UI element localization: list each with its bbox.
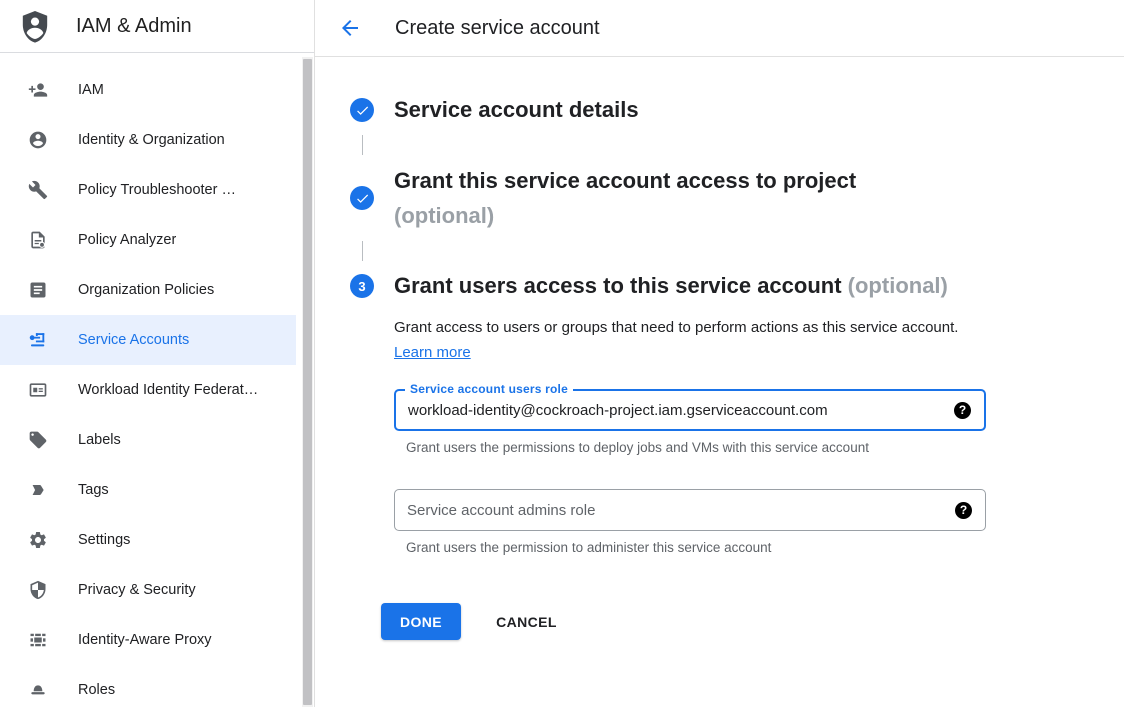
form-actions: DONE CANCEL [381,603,1124,640]
tag-icon [28,430,48,450]
sidebar-item-label: Policy Troubleshooter … [78,182,236,198]
sidebar-item-label: Roles [78,682,115,698]
sidebar-item-label: Tags [78,482,109,498]
sidebar-item-policy-analyzer[interactable]: Policy Analyzer [0,215,296,265]
proxy-icon [28,630,48,650]
product-header[interactable]: IAM & Admin [0,0,314,53]
sidebar-item-iam[interactable]: IAM [0,65,296,115]
back-button[interactable] [337,15,363,41]
sidebar-item-label: Service Accounts [78,332,189,348]
users-role-field: Service account users role ? [394,389,986,431]
sidebar-item-label: IAM [78,82,104,98]
sidebar-item-label: Labels [78,432,121,448]
step-3-optional-label: (optional) [848,273,948,298]
admins-role-field: ? [394,489,986,531]
sidebar-item-policy-troubleshooter[interactable]: Policy Troubleshooter … [0,165,296,215]
sidebar-item-label: Workload Identity Federat… [78,382,258,398]
step-2-check-icon [350,186,374,210]
gear-icon [28,530,48,550]
document-gear-icon [28,230,48,250]
sidebar-scrollbar-thumb[interactable] [303,59,312,705]
product-title: IAM & Admin [76,15,192,38]
users-role-input[interactable] [396,402,954,419]
done-button[interactable]: DONE [381,603,461,640]
users-role-field-group: Service account users role ? Grant users… [394,389,986,455]
step-grant-users-access[interactable]: 3 Grant users access to this service acc… [350,269,1124,303]
sidebar-item-workload-identity-federation[interactable]: Workload Identity Federat… [0,365,296,415]
service-account-key-icon [28,330,48,350]
sidebar-nav: IAM Policy Troubleshooter … Identity & O… [0,53,314,707]
sidebar-item-privacy-security[interactable]: Privacy & Security [0,565,296,615]
step-1-check-icon [350,98,374,122]
sidebar-item-roles[interactable]: Roles [0,665,296,707]
step-3-title: Grant users access to this service accou… [394,269,948,303]
sidebar-item-label: Identity-Aware Proxy [78,632,212,648]
back-arrow-icon [338,16,362,40]
users-role-field-label: Service account users role [405,382,573,396]
help-icon[interactable]: ? [955,502,972,519]
sidebar-item-service-accounts[interactable]: Service Accounts [0,315,296,365]
admins-role-input[interactable] [395,502,955,519]
sidebar-item-label: Settings [78,532,130,548]
page-title: Create service account [395,17,600,40]
sidebar-scrollbar [302,57,313,707]
label-arrow-icon [28,480,48,500]
step-2-optional-label: (optional) [394,198,856,233]
step-grant-access-to-project[interactable]: Grant this service account access to pro… [350,163,1124,233]
article-icon [28,280,48,300]
step-connector [362,241,363,261]
cancel-button[interactable]: CANCEL [490,613,563,631]
sidebar: IAM & Admin IAM Policy Troubleshooter … … [0,0,315,707]
admins-role-field-group: ? Grant users the permission to administ… [394,489,986,555]
main-panel: Create service account Service account d… [315,0,1124,707]
step-3-number-badge: 3 [350,274,374,298]
iam-admin-shield-icon [18,8,52,44]
sidebar-item-organization-policies[interactable]: Organization Policies [0,265,296,315]
sidebar-item-label: Organization Policies [78,282,214,298]
learn-more-link[interactable]: Learn more [394,344,471,361]
sidebar-item-identity-aware-proxy[interactable]: Identity-Aware Proxy [0,615,296,665]
users-role-helper-text: Grant users the permissions to deploy jo… [406,440,986,455]
admins-role-helper-text: Grant users the permission to administer… [406,540,986,555]
card-icon [28,380,48,400]
sidebar-item-tags[interactable]: Tags [0,465,296,515]
page-header: Create service account [315,0,1124,57]
shield-icon [28,580,48,600]
sidebar-item-label: Policy Analyzer [78,232,176,248]
step-connector [362,135,363,155]
sidebar-item-label: Privacy & Security [78,582,196,598]
sidebar-item-identity-organization[interactable]: Policy Troubleshooter … Identity & Organ… [0,115,296,165]
help-icon[interactable]: ? [954,402,971,419]
step-2-title: Grant this service account access to pro… [394,163,856,233]
step-service-account-details[interactable]: Service account details [350,93,1124,127]
step-1-title: Service account details [394,93,639,127]
app-root: IAM & Admin IAM Policy Troubleshooter … … [0,0,1124,707]
create-service-account-form: Service account details Grant this servi… [315,57,1124,640]
person-add-icon [28,80,48,100]
wrench-icon [28,180,48,200]
sidebar-item-labels[interactable]: Labels [0,415,296,465]
sidebar-item-label: Identity & Organization [78,132,225,148]
hat-icon [28,680,48,700]
identity-person-icon [28,130,48,150]
sidebar-item-settings[interactable]: Settings [0,515,296,565]
step-3-description: Grant access to users or groups that nee… [394,315,979,365]
